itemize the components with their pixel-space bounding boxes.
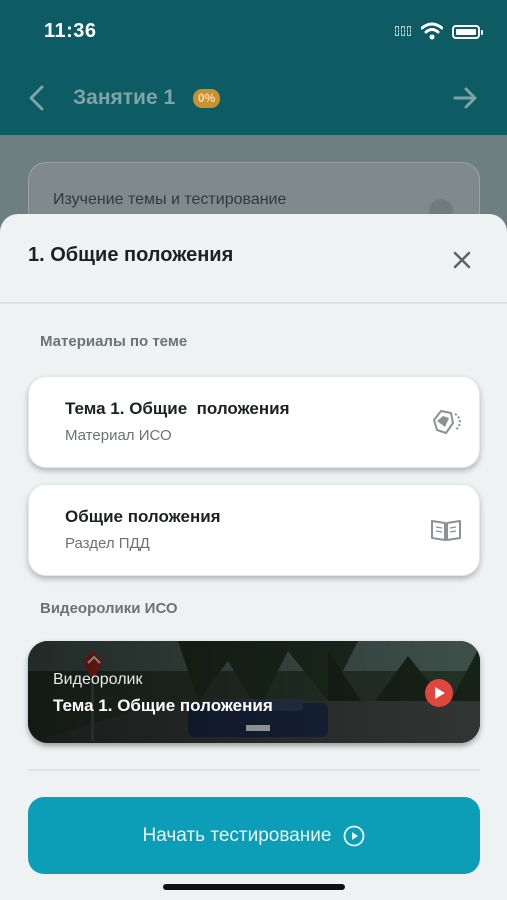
divider [0, 302, 507, 304]
play-icon[interactable] [425, 679, 453, 707]
progress-badge: 0% [193, 89, 221, 108]
app-header: 11:36 Занятие 1 0% [0, 0, 507, 135]
background-card-text: Изучение темы и тестирование [53, 191, 287, 208]
battery-icon [452, 25, 483, 39]
material-subtitle: Материал ИСО [65, 427, 172, 444]
video-kicker: Видеоролик [53, 671, 143, 688]
back-arrow-icon[interactable] [26, 84, 48, 112]
play-circle-icon [344, 825, 365, 846]
home-indicator [163, 884, 345, 890]
start-testing-button[interactable]: Начать тестирование [28, 797, 480, 874]
lesson-title: Занятие 1 [73, 86, 176, 109]
close-icon [453, 251, 471, 269]
video-title: Тема 1. Общие положения [53, 696, 273, 715]
material-title: Тема 1. Общие положения [65, 399, 290, 418]
material-subtitle: Раздел ПДД [65, 535, 150, 552]
status-bar: 11:36 [0, 0, 507, 64]
sheet-title: 1. Общие положения [28, 244, 234, 266]
wifi-icon [421, 22, 443, 40]
forward-arrow-icon[interactable] [452, 84, 478, 112]
start-testing-label: Начать тестирование [142, 824, 332, 846]
video-card[interactable]: Видеоролик Тема 1. Общие положения [28, 641, 480, 743]
material-card-pdd[interactable]: Общие положения Раздел ПДД [28, 484, 480, 576]
divider [28, 769, 480, 771]
status-time: 11:36 [44, 20, 97, 42]
cellular-signal-icon [395, 26, 411, 36]
iso-material-icon [433, 410, 461, 434]
book-icon [431, 520, 461, 541]
close-button[interactable] [448, 246, 476, 274]
videos-section-label: Видеоролики ИСО [40, 600, 178, 617]
materials-section-label: Материалы по теме [40, 333, 188, 350]
bottom-sheet: 1. Общие положения Материалы по теме Тем… [0, 214, 507, 900]
material-title: Общие положения [65, 507, 221, 526]
material-card-iso[interactable]: Тема 1. Общие положения Материал ИСО [28, 376, 480, 468]
video-overlay [28, 641, 480, 743]
